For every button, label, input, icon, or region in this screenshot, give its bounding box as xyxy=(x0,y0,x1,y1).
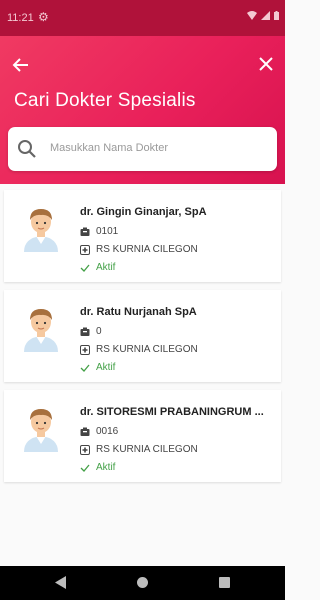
doctor-card[interactable]: dr. SITORESMI PRABANINGRUM ... 0016 RS K… xyxy=(4,390,281,482)
doctor-card[interactable]: dr. Gingin Ginanjar, SpA 0101 RS KURNIA … xyxy=(4,190,281,282)
doctor-hospital: RS KURNIA CILEGON xyxy=(96,344,198,355)
back-arrow-icon[interactable] xyxy=(12,56,30,74)
hospital-icon xyxy=(80,344,90,355)
doctor-name: dr. Gingin Ginanjar, SpA xyxy=(80,206,207,218)
doctor-hospital: RS KURNIA CILEGON xyxy=(96,244,198,255)
battery-icon xyxy=(274,11,279,20)
check-icon xyxy=(80,464,90,472)
badge-icon xyxy=(80,227,90,236)
doctor-hospital-row: RS KURNIA CILEGON xyxy=(80,344,198,355)
doctor-code: 0101 xyxy=(96,226,119,237)
status-time: 11:21 xyxy=(7,12,34,24)
check-icon xyxy=(80,364,90,372)
doctor-code-row: 0101 xyxy=(80,226,118,237)
system-icons xyxy=(247,11,279,20)
signal-icon xyxy=(261,11,270,20)
badge-icon xyxy=(80,327,90,336)
doctor-status-row: Aktif xyxy=(80,262,115,273)
settings-icon: ⚙ xyxy=(38,10,49,24)
doctor-code: 0 xyxy=(96,326,102,337)
nav-home-icon[interactable] xyxy=(137,577,148,588)
doctor-status: Aktif xyxy=(96,462,116,473)
wifi-icon xyxy=(247,11,257,20)
search-input[interactable]: Masukkan Nama Dokter xyxy=(8,127,277,171)
doctor-status-row: Aktif xyxy=(80,362,115,373)
doctor-status: Aktif xyxy=(96,362,116,373)
nav-recents-icon[interactable] xyxy=(219,577,230,588)
doctor-name: dr. SITORESMI PRABANINGRUM ... xyxy=(80,406,264,418)
hospital-icon xyxy=(80,244,90,255)
doctor-code-row: 0016 xyxy=(80,426,118,437)
nav-back-icon[interactable] xyxy=(55,576,67,589)
hospital-icon xyxy=(80,444,90,455)
doctor-avatar-icon xyxy=(24,309,58,352)
search-placeholder: Masukkan Nama Dokter xyxy=(50,142,168,154)
close-icon[interactable] xyxy=(257,55,275,73)
doctor-hospital: RS KURNIA CILEGON xyxy=(96,444,198,455)
doctor-avatar-icon xyxy=(24,209,58,252)
doctor-code-row: 0 xyxy=(80,326,102,337)
status-bar: 11:21 ⚙ xyxy=(0,0,285,36)
doctor-name: dr. Ratu Nurjanah SpA xyxy=(80,306,197,318)
check-icon xyxy=(80,264,90,272)
search-icon xyxy=(18,140,36,158)
doctor-status: Aktif xyxy=(96,262,116,273)
doctor-hospital-row: RS KURNIA CILEGON xyxy=(80,244,198,255)
doctor-card[interactable]: dr. Ratu Nurjanah SpA 0 RS KURNIA CILEGO… xyxy=(4,290,281,382)
doctor-avatar-icon xyxy=(24,409,58,452)
doctor-hospital-row: RS KURNIA CILEGON xyxy=(80,444,198,455)
page-title: Cari Dokter Spesialis xyxy=(14,90,196,111)
doctor-code: 0016 xyxy=(96,426,119,437)
badge-icon xyxy=(80,427,90,436)
navigation-bar xyxy=(0,566,285,600)
doctor-status-row: Aktif xyxy=(80,462,115,473)
